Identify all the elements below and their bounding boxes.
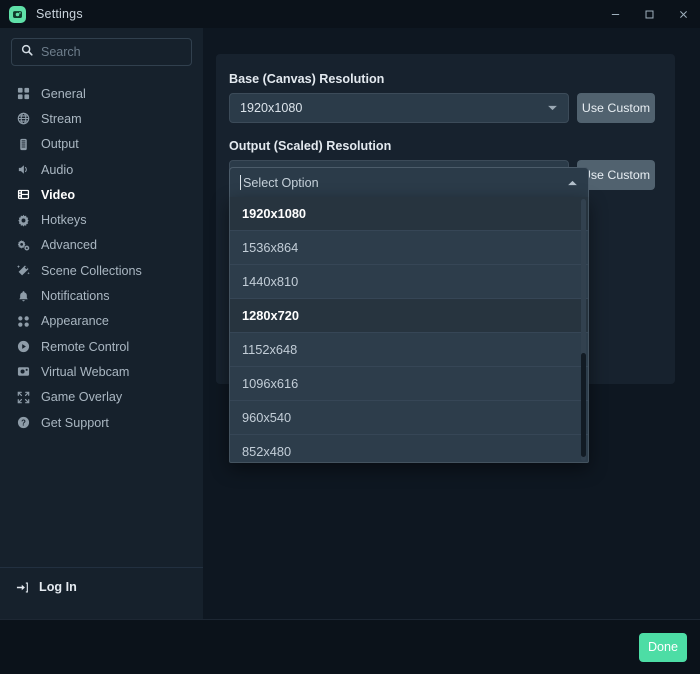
- dropdown-scrollbar[interactable]: [581, 199, 586, 461]
- output-resolution-selected-value: Select Option: [243, 175, 319, 190]
- sidebar-item-label: Output: [41, 137, 79, 152]
- base-resolution-select[interactable]: 1920x1080: [229, 93, 569, 123]
- dropdown-option-list[interactable]: 1920x1080 1536x864 1440x810 1280x720 115…: [229, 197, 589, 463]
- sidebar-item-appearance[interactable]: Appearance: [0, 309, 203, 334]
- sidebar-item-video[interactable]: Video: [0, 182, 203, 207]
- play-circle-icon: [16, 340, 30, 354]
- base-resolution-value: 1920x1080: [240, 101, 303, 115]
- sidebar-item-label: Appearance: [41, 314, 109, 329]
- sidebar-item-game-overlay[interactable]: Game Overlay: [0, 385, 203, 410]
- login-button[interactable]: Log In: [16, 580, 203, 594]
- dropdown-option[interactable]: 852x480: [230, 435, 588, 462]
- grid-icon: [16, 87, 30, 101]
- bell-icon: [16, 289, 30, 303]
- chevron-down-icon: [547, 105, 558, 112]
- sign-in-icon: [16, 581, 29, 594]
- search-container: [0, 28, 203, 72]
- sidebar-item-label: Game Overlay: [41, 390, 123, 405]
- sidebar-item-audio[interactable]: Audio: [0, 157, 203, 182]
- dropdown-option[interactable]: 1920x1080: [230, 197, 588, 231]
- sidebar-item-label: Scene Collections: [41, 263, 142, 278]
- sidebar-item-scene-collections[interactable]: Scene Collections: [0, 258, 203, 283]
- sidebar-item-label: Notifications: [41, 289, 110, 304]
- globe-icon: [16, 112, 30, 126]
- sidebar-item-stream[interactable]: Stream: [0, 106, 203, 131]
- title-bar: Settings: [0, 0, 700, 28]
- chevron-up-icon: [567, 179, 578, 186]
- sidebar-nav: General Stream Output Audio Video Hotkey…: [0, 72, 203, 567]
- dropdown-option[interactable]: 1152x648: [230, 333, 588, 367]
- film-icon: [16, 188, 30, 202]
- video-settings-panel: Base (Canvas) Resolution 1920x1080 Use C…: [216, 54, 675, 463]
- sidebar-item-output[interactable]: Output: [0, 132, 203, 157]
- webcam-icon: [9, 5, 26, 23]
- sidebar-item-notifications[interactable]: Notifications: [0, 283, 203, 308]
- sidebar-item-remote-control[interactable]: Remote Control: [0, 334, 203, 359]
- search-box[interactable]: [11, 38, 192, 66]
- sidebar-item-label: Audio: [41, 162, 74, 177]
- text-cursor: [240, 175, 241, 190]
- maximize-icon[interactable]: [632, 0, 666, 28]
- settings-body: General Stream: [0, 28, 700, 619]
- settings-window: Settings Search General Stream Output Au…: [0, 0, 700, 674]
- speaker-icon: [16, 163, 30, 177]
- base-use-custom-button[interactable]: Use Custom: [577, 93, 655, 123]
- sidebar-item-advanced[interactable]: Advanced: [0, 233, 203, 258]
- window-controls: [598, 0, 700, 28]
- output-resolution-dropdown: Select Option 1920x1080 1536x864 1440x81…: [229, 167, 589, 463]
- dropdown-scrollbar-thumb[interactable]: [581, 353, 586, 457]
- sidebar-item-label: Remote Control: [41, 339, 130, 354]
- dropdown-option[interactable]: 1280x720: [230, 299, 588, 333]
- base-resolution-label: Base (Canvas) Resolution: [229, 72, 385, 86]
- done-button[interactable]: Done: [639, 632, 687, 662]
- expand-icon: [16, 390, 30, 404]
- sidebar-item-get-support[interactable]: ? Get Support: [0, 410, 203, 435]
- sidebar-item-label: Stream: [41, 111, 82, 126]
- help-circle-icon: ?: [16, 416, 30, 430]
- dropdown-option[interactable]: 1440x810: [230, 265, 588, 299]
- wand-icon: [16, 264, 30, 278]
- sidebar-item-general[interactable]: General: [0, 81, 203, 106]
- sliders-icon: [16, 238, 30, 252]
- close-icon[interactable]: [666, 0, 700, 28]
- output-resolution-label: Output (Scaled) Resolution: [229, 139, 392, 153]
- sidebar-item-hotkeys[interactable]: Hotkeys: [0, 207, 203, 232]
- sidebar-item-label: Video: [41, 187, 76, 202]
- sidebar-item-label: Advanced: [41, 238, 98, 253]
- svg-text:?: ?: [21, 418, 26, 427]
- search-icon: [21, 43, 33, 61]
- window-title: Settings: [36, 7, 83, 21]
- camera-icon: [16, 365, 30, 379]
- server-icon: [16, 137, 30, 151]
- dropdown-option[interactable]: 1096x616: [230, 367, 588, 401]
- sidebar-item-label: General: [41, 86, 86, 101]
- login-label: Log In: [39, 580, 77, 594]
- sidebar-item-virtual-webcam[interactable]: Virtual Webcam: [0, 359, 203, 384]
- output-resolution-select[interactable]: Select Option: [229, 167, 589, 197]
- dropdown-option[interactable]: 960x540: [230, 401, 588, 435]
- sidebar-item-label: Get Support: [41, 415, 109, 430]
- minimize-icon[interactable]: [598, 0, 632, 28]
- sidebar-item-label: Hotkeys: [41, 213, 87, 228]
- sidebar-item-label: Virtual Webcam: [41, 364, 130, 379]
- gear-icon: [16, 213, 30, 227]
- search-input[interactable]: [41, 45, 182, 59]
- dropdown-option[interactable]: 1536x864: [230, 231, 588, 265]
- dialog-footer: Done: [0, 619, 700, 674]
- settings-content: Base (Canvas) Resolution 1920x1080 Use C…: [203, 28, 700, 619]
- dots-grid-icon: [16, 314, 30, 328]
- sidebar-footer: Log In: [0, 567, 203, 619]
- base-resolution-row: 1920x1080 Use Custom: [229, 93, 655, 123]
- sidebar: General Stream: [0, 28, 203, 619]
